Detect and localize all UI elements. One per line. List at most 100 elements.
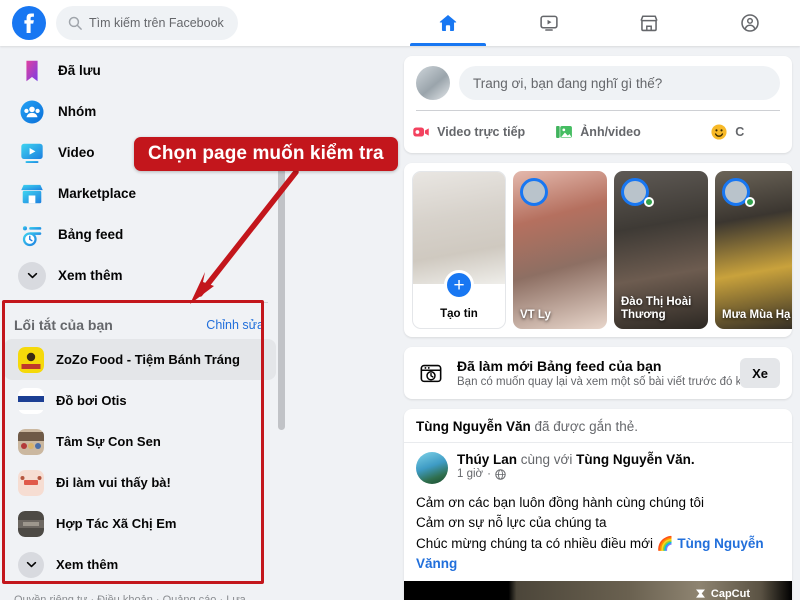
active-tab-indicator [410,43,487,46]
online-status-dot [644,197,654,207]
avatar[interactable] [416,66,450,100]
shortcut-avatar [18,346,44,373]
sidebar-nav-list: Đã lưu Nhóm Video Marketplace Bảng feed … [0,46,280,296]
nav-tab-home[interactable] [398,0,499,46]
left-sidebar: Đã lưu Nhóm Video Marketplace Bảng feed … [0,46,280,600]
sidebar-item-label: Đã lưu [58,63,101,78]
search-icon [68,16,82,30]
nav-tab-video[interactable] [499,0,600,46]
home-icon [440,15,457,31]
story-avatar-ring [520,178,548,206]
online-status-dot [745,197,755,207]
feed-refresh-button[interactable]: Xe [740,358,780,388]
marketplace-icon [640,15,658,32]
avatar[interactable] [416,452,448,484]
sidebar-item-feeds[interactable]: Bảng feed [6,214,274,255]
marketplace-icon [18,180,46,208]
shortcut-item-hop-tac-xa-chi-em[interactable]: Hợp Tác Xã Chị Em [4,503,276,544]
story-card[interactable]: Đào Thị Hoài Thương [614,171,708,329]
feed-refresh-text: Đã làm mới Bảng feed của bạn Bạn có muốn… [457,358,740,388]
feeling-activity-button[interactable]: C [663,123,792,141]
sidebar-item-label: Marketplace [58,186,137,201]
composer-top-row: Trang ơi, bạn đang nghĩ gì thế? [404,56,792,110]
post-with-text: cùng với [517,452,577,467]
chevron-down-icon [18,551,44,578]
facebook-logo-icon[interactable] [12,6,46,40]
shortcut-avatar [18,428,44,455]
post-body-line-2: Cảm ơn sự nỗ lực của chúng ta [416,515,607,531]
facebook-screen: Tìm kiếm trên Facebook Đã lưu Nhóm Video… [0,0,800,600]
photo-video-icon [556,126,573,138]
sidebar-item-marketplace[interactable]: Marketplace [6,173,274,214]
capcut-watermark: CapCut [694,587,750,600]
post-tag-rest: đã được gắn thẻ. [530,419,638,434]
sidebar-item-label: Nhóm [58,104,97,119]
shortcut-avatar [18,510,44,537]
sidebar-item-label: Video [58,145,95,160]
post-meta: Thúy Lan cùng với Tùng Nguyễn Văn. 1 giờ… [457,452,695,480]
story-name: VT Ly [520,309,551,322]
post-composer-card: Trang ơi, bạn đang nghĩ gì thế? Video tr… [404,56,792,153]
shortcut-item-do-boi-otis[interactable]: Đồ bơi Otis [4,380,276,421]
composer-placeholder: Trang ơi, bạn đang nghĩ gì thế? [473,75,663,91]
shortcut-avatar [18,469,44,496]
feed-refresh-subtitle: Bạn có muốn quay lại và xem một số bài v… [457,376,741,388]
create-story-label: Tạo tin [440,308,478,320]
sidebar-item-see-more[interactable]: Xem thêm [6,255,274,296]
shortcut-label: Tâm Sự Con Sen [56,434,161,449]
photo-video-button[interactable]: Ảnh/video [533,123,662,141]
post-tagged-person: Tùng Nguyễn Văn [416,419,531,434]
plus-icon: + [444,270,474,300]
live-video-button[interactable]: Video trực tiếp [404,123,533,141]
chevron-down-icon [18,261,46,290]
nav-tab-groups[interactable] [700,0,800,46]
bookmark-icon [18,57,46,85]
sidebar-item-groups[interactable]: Nhóm [6,91,274,132]
post-media[interactable]: CapCut [404,581,792,600]
rainbow-emoji: 🌈 [656,535,674,551]
create-story-thumbnail [413,172,505,284]
shortcuts-see-more[interactable]: Xem thêm [4,544,276,585]
feed-refresh-row: Đã làm mới Bảng feed của bạn Bạn có muốn… [404,347,792,399]
story-card[interactable]: VT Ly [513,171,607,329]
globe-icon [495,468,506,480]
post-time: 1 giờ [457,468,484,480]
shortcut-item-di-lam-vui[interactable]: Đi làm vui thấy bà! [4,462,276,503]
feeling-label: C [735,125,745,139]
stories-tray: + Tạo tin VT Ly Đào Thị Hoài Thương Mưa … [404,163,792,337]
post-tag-line: Tùng Nguyễn Văn đã được gắn thẻ. [404,409,792,442]
feeds-icon [18,221,46,249]
post-separator: · [487,468,491,480]
post-body: Cảm ơn các bạn luôn đồng hành cùng chúng… [404,488,792,581]
sidebar-footer-legal: Quyền riêng tư · Điều khoản · Quảng cáo … [14,594,246,600]
sidebar-scrollbar-thumb[interactable] [278,138,285,430]
composer-input[interactable]: Trang ơi, bạn đang nghĩ gì thế? [459,66,780,100]
story-card[interactable]: Mưa Mùa Hạ [715,171,792,329]
top-nav-tabs [398,0,800,46]
post-with-name[interactable]: Tùng Nguyễn Văn. [576,452,695,467]
capcut-label: CapCut [710,587,750,600]
shortcut-label: Đồ bơi Otis [56,393,127,408]
create-story-card[interactable]: + Tạo tin [412,171,506,329]
live-video-icon [413,127,429,137]
nav-tab-marketplace[interactable] [599,0,700,46]
shortcut-item-tam-su-con-sen[interactable]: Tâm Sự Con Sen [4,421,276,462]
search-input[interactable]: Tìm kiếm trên Facebook [56,6,238,40]
shortcuts-see-more-label: Xem thêm [56,557,119,572]
post-author-line: Thúy Lan cùng với Tùng Nguyễn Văn. [457,452,695,467]
photo-video-label: Ảnh/video [580,125,641,139]
shortcut-label: Đi làm vui thấy bà! [56,475,171,490]
groups-icon [18,98,46,126]
shortcuts-edit-link[interactable]: Chỉnh sửa [206,318,264,332]
sidebar-item-saved[interactable]: Đã lưu [6,50,274,91]
main-feed: Trang ơi, bạn đang nghĩ gì thế? Video tr… [396,46,800,600]
live-video-label: Video trực tiếp [437,125,526,139]
sidebar-item-label: Bảng feed [58,227,124,242]
post-author-name[interactable]: Thúy Lan [457,452,517,467]
feeling-icon [711,124,727,140]
shortcut-item-zozo-food[interactable]: ZoZo Food - Tiệm Bánh Tráng [4,339,276,380]
shortcut-label: ZoZo Food - Tiệm Bánh Tráng [56,352,240,367]
video-icon [18,139,46,167]
groups-icon [740,14,759,32]
shortcut-label: Hợp Tác Xã Chị Em [56,516,177,531]
